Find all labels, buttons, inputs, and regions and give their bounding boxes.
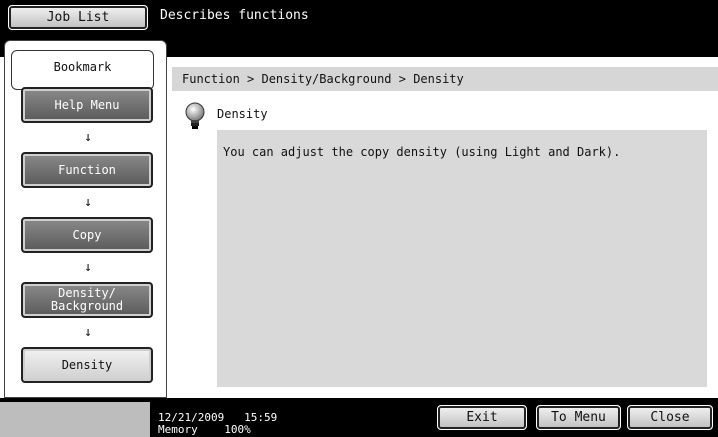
bookmark-function-button[interactable]: Function [21, 152, 153, 188]
memory-label: Memory [158, 423, 198, 436]
bookmark-density-background-line2: Background [50, 299, 124, 313]
bookmark-help-menu-button[interactable]: Help Menu [21, 87, 153, 123]
topic-title: Density [217, 107, 268, 121]
date-time-memory: 12/21/2009 15:59 Memory 100% [158, 412, 277, 436]
down-arrow-icon: ↓ [84, 325, 92, 340]
memory-value: 100% [224, 423, 251, 436]
bookmark-density-button[interactable]: Density [21, 347, 153, 383]
down-arrow-icon: ↓ [84, 130, 92, 145]
breadcrumb: Function > Density/Background > Density [172, 67, 718, 91]
job-list-button[interactable]: Job List [8, 5, 148, 30]
bookmark-density-background-button[interactable]: Density/ Background [21, 282, 153, 318]
description-text: Describes functions [160, 8, 309, 23]
help-content-text: You can adjust the copy density (using L… [217, 130, 707, 387]
down-arrow-icon: ↓ [84, 260, 92, 275]
to-menu-button[interactable]: To Menu [536, 405, 621, 430]
exit-button[interactable]: Exit [437, 405, 527, 430]
down-arrow-icon: ↓ [84, 195, 92, 210]
status-indicator-area [0, 402, 150, 437]
lightbulb-icon [184, 102, 206, 130]
close-button[interactable]: Close [627, 405, 713, 430]
bookmark-copy-button[interactable]: Copy [21, 217, 153, 253]
bookmark-tab[interactable]: Bookmark [11, 50, 154, 90]
